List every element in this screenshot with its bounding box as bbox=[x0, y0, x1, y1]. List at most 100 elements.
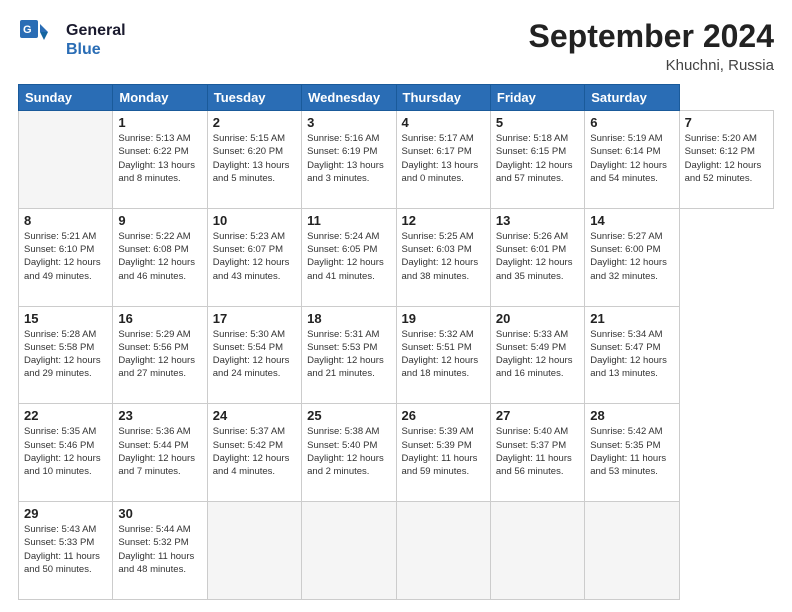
day-info-line: Sunset: 6:20 PM bbox=[213, 145, 296, 158]
day-info-line: Daylight: 12 hours bbox=[118, 256, 201, 269]
day-info-line: Sunrise: 5:13 AM bbox=[118, 132, 201, 145]
week-row-3: 22Sunrise: 5:35 AMSunset: 5:46 PMDayligh… bbox=[19, 404, 774, 502]
day-info-line: and 52 minutes. bbox=[685, 172, 768, 185]
day-cell: 23 Sunrise: 5:36 AMSunset: 5:44 PMDayligh… bbox=[113, 404, 207, 502]
day-info-line: Daylight: 12 hours bbox=[118, 354, 201, 367]
day-info-line: Sunset: 5:58 PM bbox=[24, 341, 107, 354]
day-info: Sunrise: 5:17 AMSunset: 6:17 PMDaylight:… bbox=[402, 132, 485, 185]
day-info-line: Daylight: 12 hours bbox=[590, 159, 673, 172]
day-number: 13 bbox=[496, 213, 579, 228]
day-number: 17 bbox=[213, 311, 296, 326]
day-info-line: and 5 minutes. bbox=[213, 172, 296, 185]
day-info: Sunrise: 5:26 AMSunset: 6:01 PMDaylight:… bbox=[496, 230, 579, 283]
day-number: 28 bbox=[590, 408, 673, 423]
day-info-line: Sunset: 6:14 PM bbox=[590, 145, 673, 158]
day-info-line: and 59 minutes. bbox=[402, 465, 485, 478]
day-number: 26 bbox=[402, 408, 485, 423]
day-cell: 8Sunrise: 5:21 AMSunset: 6:10 PMDaylight… bbox=[19, 208, 113, 306]
day-number: 29 bbox=[24, 506, 107, 521]
day-info-line: Daylight: 12 hours bbox=[24, 354, 107, 367]
day-info-line: Sunrise: 5:18 AM bbox=[496, 132, 579, 145]
svg-text:G: G bbox=[23, 24, 32, 36]
day-cell: 18 Sunrise: 5:31 AMSunset: 5:53 PMDayligh… bbox=[302, 306, 396, 404]
day-info-line: and 4 minutes. bbox=[213, 465, 296, 478]
day-info: Sunrise: 5:16 AMSunset: 6:19 PMDaylight:… bbox=[307, 132, 390, 185]
day-info: Sunrise: 5:24 AMSunset: 6:05 PMDaylight:… bbox=[307, 230, 390, 283]
day-info: Sunrise: 5:29 AMSunset: 5:56 PMDaylight:… bbox=[118, 328, 201, 381]
day-info-line: Sunset: 5:40 PM bbox=[307, 439, 390, 452]
day-number: 23 bbox=[118, 408, 201, 423]
day-info-line: Daylight: 12 hours bbox=[24, 452, 107, 465]
day-info-line: Daylight: 12 hours bbox=[213, 452, 296, 465]
day-info-line: Sunset: 5:39 PM bbox=[402, 439, 485, 452]
day-info-line: and 50 minutes. bbox=[24, 563, 107, 576]
day-info-line: Daylight: 11 hours bbox=[118, 550, 201, 563]
header-thursday: Thursday bbox=[396, 85, 490, 111]
page-header: G General Blue September 2024 Khuchni, R… bbox=[18, 18, 774, 74]
day-info-line: Sunrise: 5:22 AM bbox=[118, 230, 201, 243]
day-cell: 19Sunrise: 5:32 AMSunset: 5:51 PMDayligh… bbox=[396, 306, 490, 404]
day-info-line: Sunset: 6:05 PM bbox=[307, 243, 390, 256]
day-info-line: Sunset: 5:47 PM bbox=[590, 341, 673, 354]
day-info-line: Sunset: 6:00 PM bbox=[590, 243, 673, 256]
day-info-line: and 16 minutes. bbox=[496, 367, 579, 380]
day-info-line: Daylight: 13 hours bbox=[118, 159, 201, 172]
week-row-1: 8Sunrise: 5:21 AMSunset: 6:10 PMDaylight… bbox=[19, 208, 774, 306]
day-info-line: and 41 minutes. bbox=[307, 270, 390, 283]
day-info-line: and 48 minutes. bbox=[118, 563, 201, 576]
logo-blue: Blue bbox=[66, 41, 101, 58]
day-info: Sunrise: 5:44 AMSunset: 5:32 PMDaylight:… bbox=[118, 523, 201, 576]
day-cell bbox=[396, 502, 490, 600]
logo-name: General Blue bbox=[66, 21, 126, 59]
day-info: Sunrise: 5:31 AMSunset: 5:53 PMDaylight:… bbox=[307, 328, 390, 381]
day-info-line: Sunrise: 5:23 AM bbox=[213, 230, 296, 243]
day-info-line: Daylight: 13 hours bbox=[402, 159, 485, 172]
day-cell: 16 Sunrise: 5:29 AMSunset: 5:56 PMDayligh… bbox=[113, 306, 207, 404]
day-info-line: Sunset: 6:19 PM bbox=[307, 145, 390, 158]
day-info: Sunrise: 5:37 AMSunset: 5:42 PMDaylight:… bbox=[213, 425, 296, 478]
day-info: Sunrise: 5:22 AMSunset: 6:08 PMDaylight:… bbox=[118, 230, 201, 283]
day-info-line: and 57 minutes. bbox=[496, 172, 579, 185]
day-info-line: Daylight: 12 hours bbox=[496, 256, 579, 269]
day-info: Sunrise: 5:23 AMSunset: 6:07 PMDaylight:… bbox=[213, 230, 296, 283]
day-info: Sunrise: 5:36 AMSunset: 5:44 PMDaylight:… bbox=[118, 425, 201, 478]
day-number: 16 bbox=[118, 311, 201, 326]
day-info-line: and 35 minutes. bbox=[496, 270, 579, 283]
day-info-line: Sunset: 5:51 PM bbox=[402, 341, 485, 354]
day-info-line: Sunrise: 5:17 AM bbox=[402, 132, 485, 145]
day-info: Sunrise: 5:13 AMSunset: 6:22 PMDaylight:… bbox=[118, 132, 201, 185]
day-info-line: Sunrise: 5:20 AM bbox=[685, 132, 768, 145]
day-info-line: and 24 minutes. bbox=[213, 367, 296, 380]
logo: G General Blue bbox=[18, 18, 126, 62]
day-info-line: Daylight: 12 hours bbox=[24, 256, 107, 269]
day-number: 15 bbox=[24, 311, 107, 326]
day-info-line: Sunset: 6:08 PM bbox=[118, 243, 201, 256]
day-number: 1 bbox=[118, 115, 201, 130]
day-info-line: Sunrise: 5:16 AM bbox=[307, 132, 390, 145]
calendar-table: Sunday Monday Tuesday Wednesday Thursday… bbox=[18, 84, 774, 600]
day-info-line: Sunrise: 5:37 AM bbox=[213, 425, 296, 438]
day-cell bbox=[585, 502, 679, 600]
day-info: Sunrise: 5:40 AMSunset: 5:37 PMDaylight:… bbox=[496, 425, 579, 478]
day-info-line: Daylight: 12 hours bbox=[118, 452, 201, 465]
day-number: 11 bbox=[307, 213, 390, 228]
day-info-line: Sunset: 5:44 PM bbox=[118, 439, 201, 452]
day-info: Sunrise: 5:19 AMSunset: 6:14 PMDaylight:… bbox=[590, 132, 673, 185]
day-info-line: Sunset: 6:03 PM bbox=[402, 243, 485, 256]
day-info-line: and 13 minutes. bbox=[590, 367, 673, 380]
day-info-line: Sunset: 6:12 PM bbox=[685, 145, 768, 158]
day-info-line: Daylight: 12 hours bbox=[307, 354, 390, 367]
day-info-line: Sunrise: 5:43 AM bbox=[24, 523, 107, 536]
title-block: September 2024 Khuchni, Russia bbox=[529, 18, 774, 74]
day-number: 12 bbox=[402, 213, 485, 228]
day-info-line: Sunset: 5:32 PM bbox=[118, 536, 201, 549]
day-info-line: Sunrise: 5:32 AM bbox=[402, 328, 485, 341]
day-cell: 25Sunrise: 5:38 AMSunset: 5:40 PMDayligh… bbox=[302, 404, 396, 502]
day-number: 9 bbox=[118, 213, 201, 228]
day-number: 18 bbox=[307, 311, 390, 326]
header-saturday: Saturday bbox=[585, 85, 679, 111]
day-number: 24 bbox=[213, 408, 296, 423]
day-info: Sunrise: 5:33 AMSunset: 5:49 PMDaylight:… bbox=[496, 328, 579, 381]
day-cell: 2Sunrise: 5:15 AMSunset: 6:20 PMDaylight… bbox=[207, 111, 301, 209]
day-number: 14 bbox=[590, 213, 673, 228]
